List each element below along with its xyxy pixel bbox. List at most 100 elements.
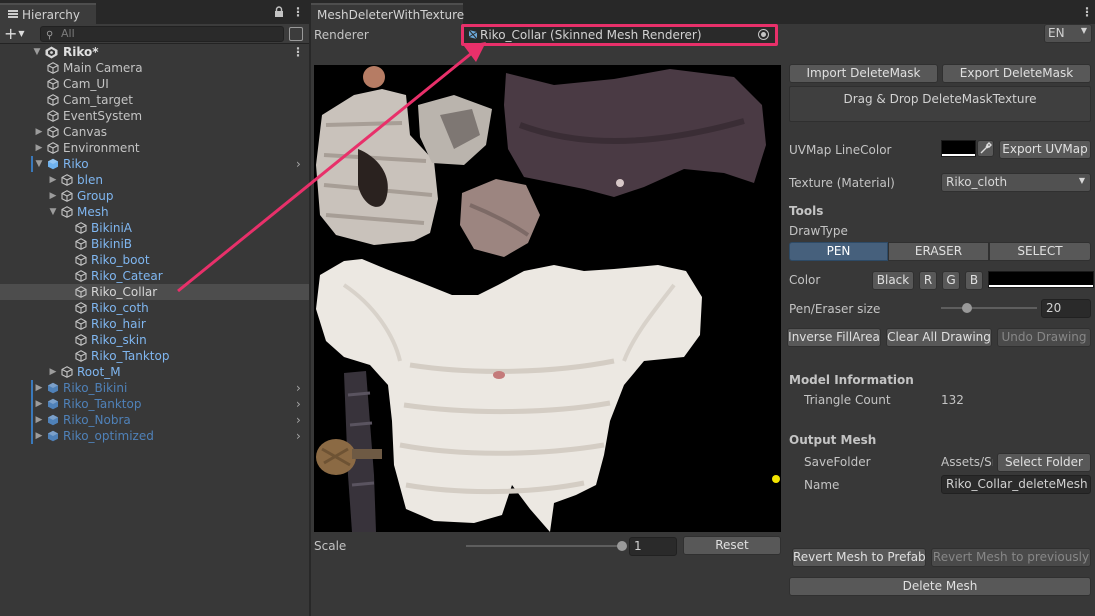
hierarchy-row-label: Riko xyxy=(63,157,89,171)
hierarchy-row[interactable]: Riko_Collar xyxy=(0,284,309,300)
hierarchy-row[interactable]: EventSystem xyxy=(0,108,309,124)
import-deletemask-button[interactable]: Import DeleteMask xyxy=(789,64,938,83)
color-r-button[interactable]: R xyxy=(919,271,937,290)
scene-menu-icon[interactable]: ⋮ xyxy=(292,44,304,60)
scale-label: Scale xyxy=(314,539,347,553)
collapsed-arrow-icon[interactable]: ▶ xyxy=(33,396,45,412)
scene-root-row[interactable]: ▼ Riko* ⋮ xyxy=(0,44,309,60)
chevron-right-icon[interactable]: › xyxy=(296,396,301,412)
collapsed-arrow-icon[interactable]: ▶ xyxy=(33,380,45,396)
scale-slider-track[interactable] xyxy=(466,545,622,547)
renderer-field[interactable]: Riko_Collar (Skinned Mesh Renderer) xyxy=(461,24,778,46)
gameobject-icon xyxy=(47,142,59,154)
collapsed-arrow-icon[interactable]: ▶ xyxy=(33,428,45,444)
prefab-child-icon xyxy=(75,222,87,234)
output-name-input[interactable]: Riko_Collar_deleteMesh xyxy=(941,475,1091,494)
scale-input[interactable]: 1 xyxy=(629,537,677,556)
list-icon xyxy=(8,10,18,18)
collapsed-arrow-icon[interactable]: ▶ xyxy=(47,172,59,188)
pen-color-swatch[interactable] xyxy=(988,271,1094,288)
hierarchy-row[interactable]: Riko_skin xyxy=(0,332,309,348)
pen-eraser-size-label: Pen/Eraser size xyxy=(789,302,881,316)
collapsed-arrow-icon[interactable]: ▶ xyxy=(33,140,45,156)
chevron-right-icon[interactable]: › xyxy=(296,428,301,444)
eyedropper-icon[interactable] xyxy=(977,140,994,157)
pen-size-input[interactable]: 20 xyxy=(1041,299,1091,318)
search-filter-icon[interactable] xyxy=(289,27,303,41)
window-tab-bar: MeshDeleterWithTexture ⋮ xyxy=(311,0,1095,24)
color-black-button[interactable]: Black xyxy=(872,271,914,290)
swatch-alpha-bar xyxy=(989,285,1093,287)
collapsed-arrow-icon[interactable]: ▶ xyxy=(47,188,59,204)
expanded-arrow-icon[interactable]: ▼ xyxy=(31,44,43,60)
drawtype-pen-button[interactable]: PEN xyxy=(789,242,888,261)
uv-texture-canvas[interactable] xyxy=(314,65,781,532)
export-uvmap-button[interactable]: Export UVMap xyxy=(999,140,1091,159)
hierarchy-row[interactable]: ▶ Canvas xyxy=(0,124,309,140)
hierarchy-row[interactable]: ▼ Riko › xyxy=(0,156,309,172)
tab-mesh-deleter[interactable]: MeshDeleterWithTexture xyxy=(311,3,464,24)
drawtype-eraser-button[interactable]: ERASER xyxy=(888,242,989,261)
hierarchy-row[interactable]: Riko_boot xyxy=(0,252,309,268)
hierarchy-row[interactable]: ▶ Riko_Tanktop › xyxy=(0,396,309,412)
hierarchy-row[interactable]: Riko_Catear xyxy=(0,268,309,284)
collapsed-arrow-icon[interactable]: ▶ xyxy=(33,412,45,428)
search-input[interactable]: ⚲ All xyxy=(40,26,284,42)
undo-drawing-button[interactable]: Undo Drawing xyxy=(997,328,1091,347)
revert-mesh-prefab-button[interactable]: Revert Mesh to Prefab xyxy=(792,548,926,567)
hierarchy-row[interactable]: ▶ Riko_optimized › xyxy=(0,428,309,444)
hierarchy-row[interactable]: Cam_UI xyxy=(0,76,309,92)
color-b-button[interactable]: B xyxy=(965,271,983,290)
scene-root-label: Riko* xyxy=(63,45,99,59)
hierarchy-row[interactable]: Main Camera xyxy=(0,60,309,76)
swatch-alpha-bar xyxy=(942,154,975,156)
hierarchy-row[interactable]: ▶ Riko_Bikini › xyxy=(0,380,309,396)
reset-button[interactable]: Reset xyxy=(683,536,781,555)
hierarchy-row-label: Root_M xyxy=(77,365,121,379)
pen-size-slider-track[interactable] xyxy=(941,307,1037,309)
chevron-right-icon[interactable]: › xyxy=(296,412,301,428)
uvmap-color-swatch[interactable] xyxy=(941,140,976,157)
prefab-child-icon xyxy=(75,318,87,330)
hierarchy-row[interactable]: BikiniA xyxy=(0,220,309,236)
create-button[interactable]: +▼ xyxy=(4,25,34,43)
pen-size-slider-thumb[interactable] xyxy=(962,303,972,313)
hierarchy-row-label: Riko_hair xyxy=(91,317,146,331)
expanded-arrow-icon[interactable]: ▼ xyxy=(33,156,45,172)
hierarchy-row[interactable]: Riko_coth xyxy=(0,300,309,316)
chevron-right-icon[interactable]: › xyxy=(296,156,301,172)
language-select[interactable]: EN ▼ xyxy=(1044,24,1092,43)
hierarchy-row[interactable]: BikiniB xyxy=(0,236,309,252)
hierarchy-row[interactable]: Cam_target xyxy=(0,92,309,108)
collapsed-arrow-icon[interactable]: ▶ xyxy=(33,124,45,140)
clear-all-drawing-button[interactable]: Clear All Drawing xyxy=(886,328,992,347)
scale-slider-thumb[interactable] xyxy=(617,541,627,551)
delete-mesh-button[interactable]: Delete Mesh xyxy=(789,577,1091,596)
hierarchy-row[interactable]: ▶ Root_M xyxy=(0,364,309,380)
lock-icon[interactable] xyxy=(274,6,284,19)
window-menu-icon[interactable]: ⋮ xyxy=(1081,5,1093,19)
hierarchy-row[interactable]: ▶ blen xyxy=(0,172,309,188)
select-folder-button[interactable]: Select Folder xyxy=(997,453,1091,472)
chevron-right-icon[interactable]: › xyxy=(296,380,301,396)
color-g-button[interactable]: G xyxy=(942,271,960,290)
hierarchy-row[interactable]: Riko_Tanktop xyxy=(0,348,309,364)
hierarchy-row[interactable]: ▶ Riko_Nobra › xyxy=(0,412,309,428)
inverse-fillarea-button[interactable]: Inverse FillArea xyxy=(787,328,881,347)
hierarchy-menu-icon[interactable]: ⋮ xyxy=(292,6,304,18)
hierarchy-tab-bar: Hierarchy ⋮ xyxy=(0,0,309,24)
hierarchy-row[interactable]: ▼ Mesh xyxy=(0,204,309,220)
hierarchy-toolbar: +▼ ⚲ All xyxy=(0,24,309,44)
export-deletemask-button[interactable]: Export DeleteMask xyxy=(942,64,1091,83)
drawtype-select-button[interactable]: SELECT xyxy=(989,242,1091,261)
object-picker-icon[interactable] xyxy=(758,29,769,40)
hierarchy-row[interactable]: ▶ Environment xyxy=(0,140,309,156)
texture-material-select[interactable]: Riko_cloth ▼ xyxy=(941,173,1091,192)
deletemask-drop-zone[interactable]: Drag & Drop DeleteMaskTexture xyxy=(789,86,1091,122)
expanded-arrow-icon[interactable]: ▼ xyxy=(47,204,59,220)
collapsed-arrow-icon[interactable]: ▶ xyxy=(47,364,59,380)
hierarchy-row[interactable]: Riko_hair xyxy=(0,316,309,332)
tab-hierarchy[interactable]: Hierarchy xyxy=(0,3,96,24)
revert-mesh-previous-button[interactable]: Revert Mesh to previously xyxy=(931,548,1091,567)
hierarchy-row[interactable]: ▶ Group xyxy=(0,188,309,204)
